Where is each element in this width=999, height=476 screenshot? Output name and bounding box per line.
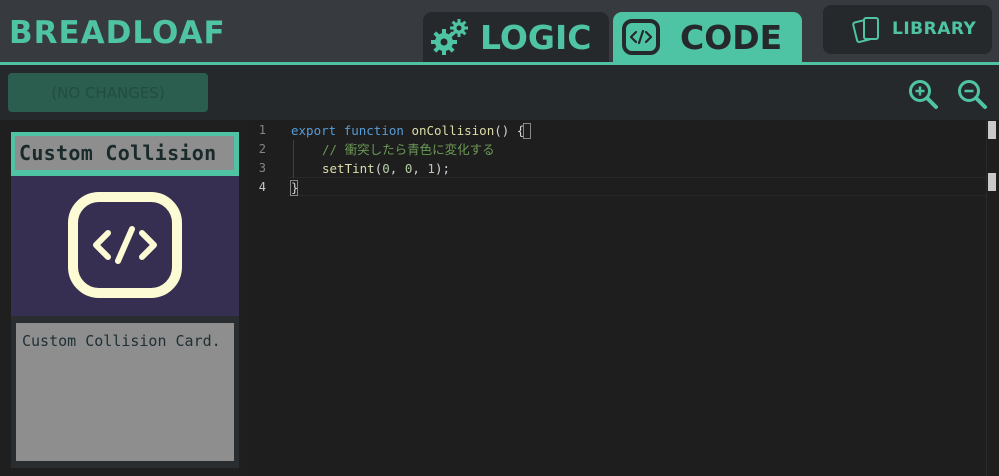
line-number: 1 [258, 123, 266, 137]
library-label: LIBRARY [892, 19, 977, 39]
code-line[interactable]: export function onCollision() { [291, 121, 524, 140]
code-line[interactable]: setTint(0, 0, 1); [322, 159, 450, 178]
card-title-box: Custom Collision [15, 136, 234, 170]
library-button[interactable]: LIBRARY [823, 5, 992, 54]
cards-icon [852, 17, 879, 43]
gears-icon [431, 19, 468, 55]
scrollbar-marker [988, 121, 996, 139]
tab-logic-label: LOGIC [480, 18, 592, 57]
tab-logic[interactable]: LOGIC [423, 12, 609, 62]
code-token: onCollision [411, 123, 495, 138]
card-art [11, 176, 239, 316]
save-button[interactable]: (NO CHANGES) [8, 73, 208, 112]
indent-guide [293, 140, 294, 178]
card-title: Custom Collision [19, 141, 217, 165]
code-token: function [343, 123, 404, 138]
line-number-active: 4 [258, 180, 266, 194]
app-header: BREADLOAF LOGIC CODE LIBRARY [0, 0, 999, 62]
code-token: ); [434, 161, 450, 176]
scrollbar-marker [988, 173, 996, 191]
tab-code-label: CODE [680, 18, 783, 57]
zoom-out-icon[interactable] [956, 78, 988, 110]
code-box-icon [622, 19, 660, 55]
tab-code[interactable]: CODE [613, 12, 802, 62]
code-token: , [389, 161, 405, 176]
code-token: 1 [427, 161, 435, 176]
zoom-in-icon[interactable] [907, 78, 939, 110]
card-description: Custom Collision Card. [16, 323, 234, 461]
code-token: , [412, 161, 428, 176]
toolbar: (NO CHANGES) [0, 65, 999, 120]
line-number: 2 [258, 142, 266, 156]
bracket-match-highlight [290, 180, 298, 196]
code-token: export [291, 123, 337, 138]
app-logo: BREADLOAF [9, 15, 226, 51]
code-line[interactable]: // 衝突したら青色に変化する [322, 140, 495, 159]
code-token: 0 [382, 161, 390, 176]
bracket-match-highlight [523, 123, 531, 139]
code-icon [68, 192, 182, 298]
line-number: 3 [258, 161, 266, 175]
current-line-highlight [288, 177, 988, 196]
code-token: setTint [322, 161, 375, 176]
code-token: () { [494, 123, 525, 138]
